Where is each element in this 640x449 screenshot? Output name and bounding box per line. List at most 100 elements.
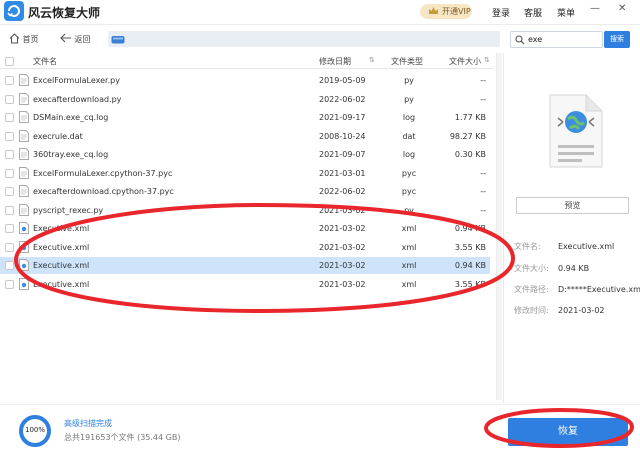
back-button[interactable]: 返回 bbox=[60, 33, 91, 47]
detail-filepath: 文件路径: D:*****Executive.xml bbox=[514, 285, 640, 294]
column-header-name[interactable]: 文件名 bbox=[33, 56, 57, 67]
column-header-date[interactable]: 修改日期 bbox=[319, 56, 351, 67]
row-checkbox[interactable] bbox=[5, 187, 14, 196]
row-checkbox[interactable] bbox=[5, 113, 14, 122]
scan-complete-text: 高级扫描完成 bbox=[64, 419, 112, 428]
file-name: DSMain.exe_cq.log bbox=[33, 113, 109, 122]
file-row[interactable]: 360tray.exe_cq.log 2021-09-07 log 0.30 KB bbox=[0, 146, 490, 163]
status-bar: 100% 高级扫描完成 总共191653个文件 (35.44 GB) 恢复 bbox=[0, 404, 640, 449]
file-icon bbox=[19, 203, 29, 216]
file-date: 2021-03-02 bbox=[319, 205, 366, 215]
back-label: 返回 bbox=[74, 35, 91, 44]
sort-icon[interactable]: ⇅ bbox=[484, 56, 490, 64]
file-row[interactable]: ExcelFormulaLexer.py 2019-05-09 py -- bbox=[0, 72, 490, 89]
row-checkbox[interactable] bbox=[5, 205, 14, 215]
file-row[interactable]: execrule.dat 2008-10-24 dat 98.27 KB bbox=[0, 128, 490, 145]
preview-panel: 预览 文件名: Executive.xml 文件大小: 0.94 KB 文件路径: D… bbox=[503, 53, 640, 403]
row-checkbox[interactable] bbox=[5, 94, 14, 104]
file-type: xml bbox=[401, 224, 417, 233]
file-name: Executive.xml bbox=[33, 224, 90, 233]
drive-icon bbox=[111, 36, 125, 44]
file-name: execafterdownload.py bbox=[33, 94, 122, 104]
file-date: 2021-03-02 bbox=[319, 242, 366, 252]
file-icon bbox=[19, 129, 29, 142]
xml-file-icon bbox=[19, 240, 29, 253]
file-icon bbox=[19, 148, 29, 160]
file-name: Executive.xml bbox=[33, 242, 90, 252]
file-type: log bbox=[402, 113, 416, 122]
file-total-text: 总共191653个文件 (35.44 GB) bbox=[64, 433, 181, 442]
file-row[interactable]: Executive.xml 2021-03-02 xml 3.55 KB bbox=[0, 276, 490, 293]
minimize-button[interactable]: — bbox=[590, 3, 600, 14]
close-button[interactable]: ✕ bbox=[618, 3, 626, 14]
search-value: exe bbox=[528, 35, 543, 44]
preview-button[interactable]: 预览 bbox=[516, 197, 629, 214]
file-size: -- bbox=[480, 187, 486, 196]
support-link[interactable]: 客服 bbox=[524, 6, 542, 19]
file-size: -- bbox=[480, 168, 486, 178]
file-date: 2022-06-02 bbox=[319, 187, 366, 196]
file-name: Executive.xml bbox=[33, 279, 90, 289]
row-checkbox[interactable] bbox=[5, 168, 14, 178]
file-date: 2021-03-01 bbox=[319, 168, 366, 178]
row-checkbox[interactable] bbox=[5, 76, 14, 85]
detail-filename: 文件名: Executive.xml bbox=[514, 242, 615, 251]
file-name: execrule.dat bbox=[33, 131, 83, 141]
file-name: pyscript_rexec.py bbox=[33, 205, 104, 215]
address-bar: 首页 返回 exe 搜索 bbox=[0, 28, 640, 52]
home-icon bbox=[9, 33, 20, 44]
home-label: 首页 bbox=[22, 35, 39, 44]
crown-icon bbox=[429, 7, 438, 14]
app-logo-icon bbox=[4, 1, 24, 21]
file-type: py bbox=[404, 94, 414, 104]
open-vip-button[interactable]: 开通VIP bbox=[420, 4, 472, 19]
file-icon bbox=[19, 111, 29, 123]
xml-file-icon bbox=[19, 277, 29, 290]
file-row[interactable]: Executive.xml 2021-03-02 xml 0.94 KB bbox=[0, 257, 490, 274]
recover-button[interactable]: 恢复 bbox=[508, 418, 628, 446]
file-type: xml bbox=[401, 261, 417, 270]
row-checkbox[interactable] bbox=[5, 261, 14, 270]
xml-file-icon bbox=[549, 94, 603, 168]
file-date: 2021-03-02 bbox=[319, 224, 366, 233]
row-checkbox[interactable] bbox=[5, 279, 14, 289]
file-row[interactable]: Executive.xml 2021-03-02 xml 0.94 KB bbox=[0, 220, 490, 237]
file-row[interactable]: DSMain.exe_cq.log 2021-09-17 log 1.77 KB bbox=[0, 109, 490, 126]
sort-icon[interactable]: ⇅ bbox=[369, 56, 375, 64]
file-size: -- bbox=[480, 205, 486, 215]
search-input[interactable]: exe bbox=[510, 31, 603, 48]
row-checkbox[interactable] bbox=[5, 242, 14, 252]
file-size: 98.27 KB bbox=[449, 131, 486, 141]
file-row[interactable]: Executive.xml 2021-03-02 xml 3.55 KB bbox=[0, 239, 490, 256]
scrollbar[interactable] bbox=[496, 53, 502, 400]
file-date: 2021-09-07 bbox=[319, 150, 366, 159]
file-date: 2021-09-17 bbox=[319, 113, 366, 122]
file-type: dat bbox=[402, 131, 416, 141]
file-icon bbox=[19, 166, 29, 179]
row-checkbox[interactable] bbox=[5, 131, 14, 141]
file-size: -- bbox=[480, 76, 486, 85]
file-list: ExcelFormulaLexer.py 2019-05-09 py -- execaf… bbox=[0, 72, 494, 292]
login-link[interactable]: 登录 bbox=[492, 6, 510, 19]
file-size: 3.55 KB bbox=[454, 279, 486, 289]
search-button[interactable]: 搜索 bbox=[604, 31, 630, 48]
path-field[interactable] bbox=[108, 31, 500, 47]
file-type: xml bbox=[401, 279, 417, 289]
select-all-checkbox[interactable] bbox=[5, 57, 14, 66]
column-header-size[interactable]: 文件大小 bbox=[449, 56, 481, 67]
file-row[interactable]: ExcelFormulaLexer.cpython-37.pyc 2021-03-… bbox=[0, 165, 490, 182]
file-name: ExcelFormulaLexer.py bbox=[33, 76, 120, 85]
file-name: ExcelFormulaLexer.cpython-37.pyc bbox=[33, 168, 173, 178]
file-icon bbox=[19, 185, 29, 197]
file-row[interactable]: execafterdownload.cpython-37.pyc 2022-06-… bbox=[0, 183, 490, 200]
row-checkbox[interactable] bbox=[5, 224, 14, 233]
file-type: xml bbox=[401, 242, 417, 252]
file-row[interactable]: pyscript_rexec.py 2021-03-02 py -- bbox=[0, 202, 490, 219]
column-header-type[interactable]: 文件类型 bbox=[391, 56, 423, 67]
file-row[interactable]: execafterdownload.py 2022-06-02 py -- bbox=[0, 91, 490, 108]
menu-link[interactable]: 菜单 bbox=[557, 6, 575, 19]
file-date: 2008-10-24 bbox=[319, 131, 366, 141]
row-checkbox[interactable] bbox=[5, 150, 14, 159]
home-button[interactable]: 首页 bbox=[9, 33, 39, 47]
title-bar: 风云恢复大师 开通VIP 登录 客服 菜单 — ✕ bbox=[0, 0, 640, 25]
